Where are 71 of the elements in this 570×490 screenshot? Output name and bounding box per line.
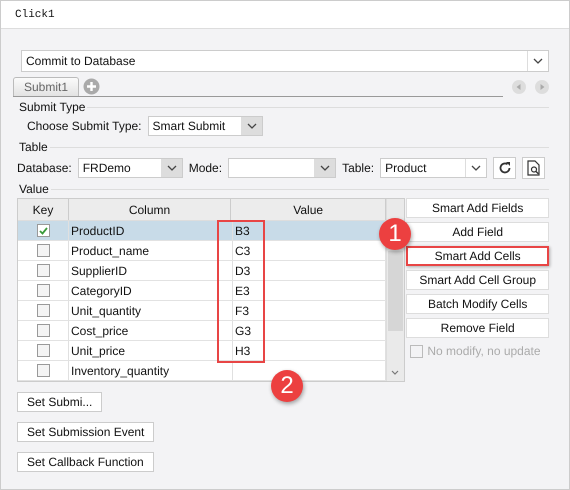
action-button[interactable]: Smart Add Fields <box>406 198 549 218</box>
section-heading: Submit Type <box>19 100 86 114</box>
setting-button[interactable]: Set Submission Event <box>17 422 154 442</box>
table-row[interactable]: Unit_quantity F3 <box>18 301 386 321</box>
table-cell: B3 <box>235 224 250 238</box>
table-row[interactable]: CategoryID E3 <box>18 281 386 301</box>
setting-button[interactable]: Set Callback Function <box>17 452 154 472</box>
action-button[interactable]: Add Field <box>406 222 549 242</box>
setting-button[interactable]: Set Submi... <box>17 392 102 412</box>
field-label: Database: <box>17 161 72 175</box>
action-dropdown[interactable]: Commit to Database <box>21 50 549 72</box>
add-icon[interactable] <box>83 78 100 94</box>
table-row[interactable]: Product_name C3 <box>18 241 386 261</box>
action-button[interactable]: Remove Field <box>406 318 549 338</box>
document-search-icon <box>526 160 541 176</box>
table-cell: E3 <box>235 284 250 298</box>
table-row[interactable]: SupplierID D3 <box>18 261 386 281</box>
database-dropdown[interactable]: FRDemo <box>78 158 183 178</box>
refresh-icon <box>498 161 512 175</box>
table-cell: Product_name <box>71 244 150 258</box>
table-cell: Cost_price <box>71 324 128 338</box>
chevron-down-icon <box>533 58 543 64</box>
scroll-down-icon[interactable] <box>391 370 400 375</box>
field-label: Table: <box>342 161 374 175</box>
table-row[interactable]: ProductID B3 <box>18 221 386 241</box>
action-button[interactable]: Batch Modify Cells <box>406 294 549 314</box>
mode-dropdown[interactable] <box>228 158 336 178</box>
key-checkbox[interactable] <box>36 344 50 357</box>
scroll-left-icon[interactable] <box>512 80 526 94</box>
key-checkbox[interactable] <box>36 244 50 257</box>
table-dropdown[interactable]: Product <box>380 158 488 178</box>
table-cell: Unit_quantity <box>71 304 142 318</box>
field-label: Choose Submit Type: <box>27 119 142 133</box>
table-cell: SupplierID <box>71 264 128 278</box>
tab[interactable]: Submit1 <box>13 77 80 96</box>
key-checkbox[interactable] <box>36 224 50 237</box>
section-heading: Table <box>19 140 48 154</box>
chevron-down-icon <box>246 123 257 129</box>
scroll-right-icon[interactable] <box>535 80 549 94</box>
key-checkbox[interactable] <box>36 284 50 297</box>
chevron-down-icon <box>166 165 177 171</box>
table-cell: C3 <box>235 244 250 258</box>
key-checkbox[interactable] <box>36 264 50 277</box>
key-checkbox[interactable] <box>36 364 50 377</box>
table-cell: H3 <box>235 344 250 358</box>
table-row[interactable]: Unit_price H3 <box>18 341 386 361</box>
submit-type-dropdown[interactable]: Smart Submit <box>148 116 263 136</box>
refresh-button[interactable] <box>493 157 516 179</box>
table-cell: CategoryID <box>71 284 132 298</box>
column-header: Column <box>69 199 231 220</box>
field-label: Mode: <box>188 161 222 175</box>
action-button[interactable]: Smart Add Cells <box>406 246 549 266</box>
chevron-down-icon <box>320 165 330 171</box>
preview-button[interactable] <box>522 157 546 179</box>
checkbox-label: No modify, no update <box>427 344 541 358</box>
key-checkbox[interactable] <box>36 324 50 337</box>
chevron-down-icon <box>471 165 482 171</box>
table-cell: ProductID <box>71 224 124 238</box>
section-heading: Value <box>19 182 49 196</box>
table-cell: D3 <box>235 264 250 278</box>
table-cell: G3 <box>235 324 252 338</box>
action-button[interactable]: Smart Add Cell Group <box>406 270 549 290</box>
scrollbar-thumb[interactable] <box>388 251 404 331</box>
window-title: Click1 <box>15 8 55 20</box>
table-cell: Inventory_quantity <box>71 364 170 378</box>
callout-badge: 2 <box>271 370 303 402</box>
column-header: Key <box>18 199 69 220</box>
table-row[interactable]: Cost_price G3 <box>18 321 386 341</box>
table-cell: Unit_price <box>71 344 126 358</box>
key-checkbox[interactable] <box>36 304 50 317</box>
table-cell: F3 <box>235 304 250 318</box>
